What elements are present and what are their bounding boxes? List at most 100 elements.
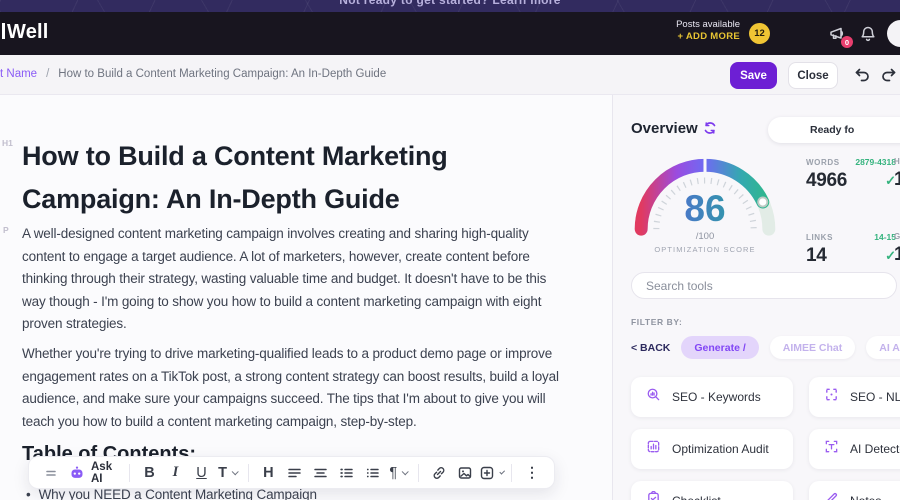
tool-card-label: Checklist [672, 494, 721, 500]
paragraph-icon: ¶ [389, 464, 398, 481]
filter-chip-ai-agents[interactable]: AI Agents [866, 336, 900, 359]
heading-icon: H [263, 464, 274, 481]
overview-title: Overview [631, 120, 698, 137]
posts-count-badge: 12 [749, 23, 770, 44]
optimization-score-denominator: /100 [695, 231, 715, 242]
toolbar-divider [418, 463, 420, 482]
toolbar-divider [247, 463, 249, 482]
announcements-button[interactable]: 0 [828, 24, 853, 48]
redo-button[interactable] [879, 65, 899, 85]
stat-value: 14 [806, 245, 827, 266]
ask-ai-button[interactable]: Ask AI [65, 460, 121, 486]
save-button[interactable]: Save [730, 62, 777, 89]
paragraph-block-marker: P [3, 225, 9, 235]
tool-card-ai-detector[interactable]: AI Detector [809, 429, 900, 469]
bell-icon [858, 26, 878, 48]
stat-clipped-top: H 1 [894, 157, 900, 191]
filter-chip-aimee-chat[interactable]: AIMEE Chat [769, 336, 856, 359]
breadcrumb: t Name / How to Build a Content Marketing … [0, 68, 386, 80]
bold-icon: B [144, 464, 155, 481]
align-left-icon [287, 466, 302, 480]
stat-target-range: 2879-4318 [855, 157, 896, 167]
filter-chip-generate[interactable]: Generate / [681, 336, 759, 359]
insert-image-button[interactable] [453, 460, 477, 486]
tool-card-label: SEO - NLPs [850, 390, 900, 404]
align-left-button[interactable] [282, 460, 306, 486]
tool-card-label: Notes [850, 494, 881, 500]
italic-button[interactable]: I [164, 460, 188, 486]
more-options-button[interactable]: ⋮ [520, 460, 544, 486]
notification-count-badge: 0 [841, 36, 853, 48]
undo-button[interactable] [852, 65, 872, 85]
toolbar-divider [128, 463, 130, 482]
document-paragraph-1[interactable]: A well-designed content marketing campai… [22, 223, 570, 336]
tool-card-label: Optimization Audit [672, 442, 769, 456]
stat-value: 4966 [806, 170, 848, 191]
checklist-icon [646, 490, 661, 500]
optimization-score-value: 86 [629, 189, 781, 229]
promo-banner: Not ready to get started? Learn more [0, 0, 900, 12]
redo-icon [879, 68, 899, 89]
bold-button[interactable]: B [138, 460, 162, 486]
notifications-button[interactable] [858, 24, 878, 44]
search-tools-input[interactable] [631, 272, 897, 299]
posts-available-label: Posts available [676, 19, 740, 30]
tool-card-checklist[interactable]: Checklist [631, 481, 793, 500]
insert-plus-icon [479, 465, 495, 481]
ready-for-review-button[interactable]: Ready fo [768, 117, 900, 143]
underline-button[interactable]: U [190, 460, 214, 486]
nlp-brackets-icon [824, 387, 839, 407]
tool-card-seo-keywords[interactable]: SEO - Keywords [631, 377, 793, 417]
drag-handle[interactable] [39, 460, 63, 486]
user-avatar[interactable] [887, 20, 900, 47]
document-title[interactable]: How to Build a Content Marketing Campaig… [22, 135, 547, 221]
notes-pencil-icon [824, 491, 839, 500]
document-paragraph-2[interactable]: Whether you're trying to drive marketing… [22, 343, 570, 433]
ai-robot-icon [69, 465, 85, 481]
breadcrumb-page-title: How to Build a Content Marketing Campaig… [58, 68, 387, 80]
stat-value: 1 [894, 244, 900, 265]
close-button[interactable]: Close [788, 62, 838, 89]
tool-card-notes[interactable]: Notes [809, 481, 900, 500]
audit-chart-icon [646, 439, 661, 459]
posts-available-block: Posts available + ADD MORE [676, 19, 740, 43]
underline-icon: U [196, 464, 207, 481]
heading-button[interactable]: H [256, 460, 280, 486]
ordered-list-button[interactable] [334, 460, 358, 486]
paragraph-dropdown[interactable]: ¶ [386, 460, 410, 486]
align-center-button[interactable] [308, 460, 332, 486]
filter-chips-row: < BACK Generate / AIMEE Chat AI Agents A… [631, 336, 900, 359]
italic-icon: I [172, 464, 179, 480]
ai-detector-icon [824, 439, 839, 459]
breadcrumb-separator: / [46, 68, 50, 80]
text-style-dropdown[interactable]: T [216, 460, 240, 486]
tool-card-optimization-audit[interactable]: Optimization Audit [631, 429, 793, 469]
align-center-icon [313, 466, 328, 480]
stat-words: WORDS 2879-4318 4966 ✓ [806, 157, 896, 192]
h1-block-marker: H1 [2, 138, 13, 148]
stat-clipped-bottom: G 1 [894, 232, 900, 266]
optimization-score-label: OPTIMIZATION SCORE [654, 245, 756, 254]
bullet-list-button[interactable] [360, 460, 384, 486]
document-editor[interactable]: H1 P How to Build a Content Marketing Ca… [0, 95, 612, 500]
insert-link-button[interactable] [427, 460, 451, 486]
back-filter-button[interactable]: < BACK [631, 342, 670, 354]
breadcrumb-project-link[interactable]: t Name [0, 68, 37, 80]
kebab-menu-icon: ⋮ [524, 464, 539, 480]
stat-label: G [894, 232, 900, 241]
chevron-down-icon [231, 468, 239, 476]
refresh-button[interactable] [703, 121, 717, 135]
formatting-toolbar: Ask AI B I U T H ¶ ⋮ [28, 456, 555, 489]
optimization-sidebar: Overview Ready fo 86 /100 OPTIMIZATION S… [612, 95, 900, 500]
refresh-icon [703, 122, 717, 139]
app-header: Well Posts available + ADD MORE 12 0 [0, 12, 900, 55]
chevron-down-icon [401, 468, 409, 476]
tool-card-seo-nlps[interactable]: SEO - NLPs [809, 377, 900, 417]
insert-block-dropdown[interactable] [479, 460, 506, 486]
stat-target-range: 14-15 [874, 232, 896, 242]
add-more-button[interactable]: + ADD MORE [676, 31, 740, 43]
bullet-list-icon [365, 466, 380, 480]
app-logo: Well [2, 21, 49, 44]
promo-banner-text[interactable]: Not ready to get started? Learn more [0, 0, 900, 7]
toolbar-divider [511, 463, 512, 482]
